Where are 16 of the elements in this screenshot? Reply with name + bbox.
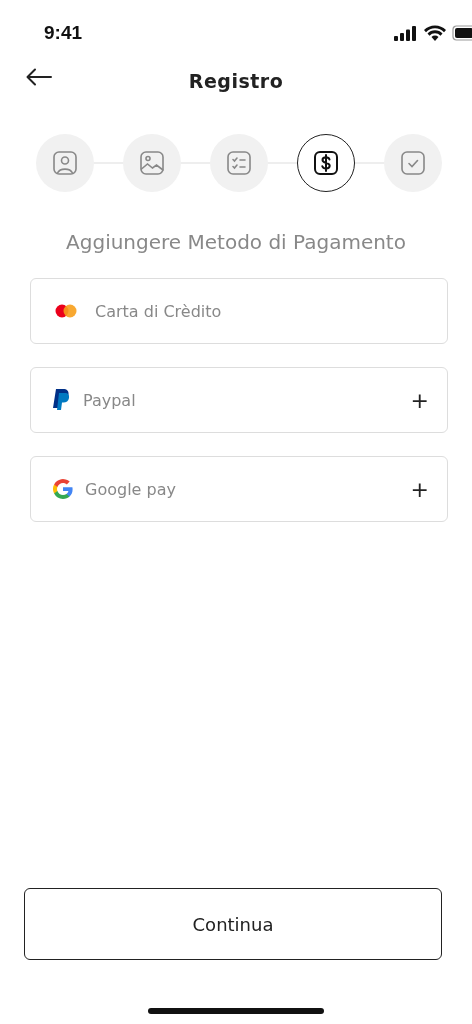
card-logo-icon (53, 303, 79, 319)
payment-method-option[interactable]: Paypal + (30, 367, 448, 433)
battery-icon (452, 25, 472, 41)
wifi-icon (424, 25, 446, 41)
payment-method-option[interactable]: Google pay + (30, 456, 448, 522)
payment-method-option[interactable]: Carta di Crèdito (30, 278, 448, 344)
signal-icon (394, 25, 418, 41)
add-icon: + (410, 387, 429, 413)
section-heading: Aggiungere Metodo di Pagamento (65, 230, 407, 254)
header-title: Registro (188, 70, 284, 92)
back-button[interactable] (26, 68, 52, 86)
google-logo-icon (53, 479, 73, 499)
add-icon: + (410, 476, 429, 502)
paypal-logo-icon (53, 389, 71, 411)
continue-button[interactable]: Continua (24, 888, 442, 960)
status-time: 9:41 (44, 22, 83, 44)
